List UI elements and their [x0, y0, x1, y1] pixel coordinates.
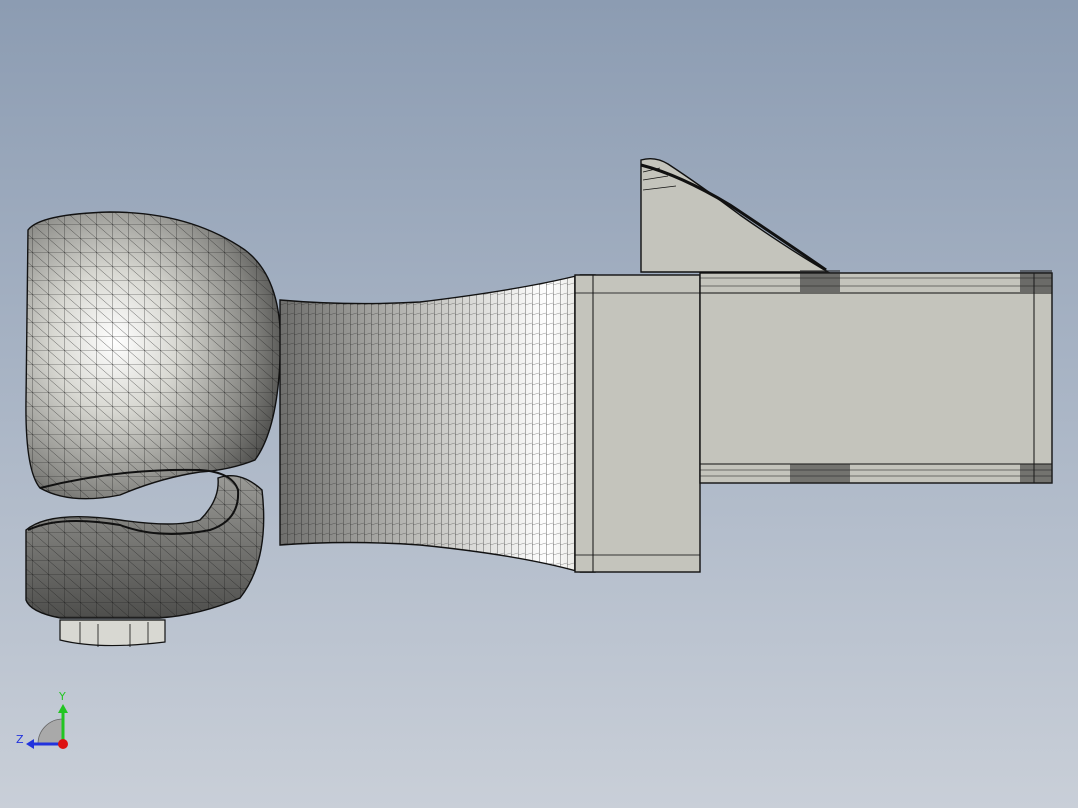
y-axis-arrow-icon: [58, 704, 68, 713]
cad-viewport[interactable]: [0, 0, 1078, 808]
x-axis-dot-icon: [58, 739, 68, 749]
shaft-bar[interactable]: [699, 270, 1053, 484]
triad-arc: [37, 718, 64, 745]
axis-triad: Y Z: [16, 690, 68, 749]
fin[interactable]: [640, 157, 831, 273]
ball-head[interactable]: [20, 205, 290, 505]
z-axis-arrow-icon: [26, 739, 34, 749]
hex-nut[interactable]: [59, 619, 166, 647]
z-axis-label: Z: [16, 733, 24, 746]
neck-section[interactable]: [275, 270, 600, 580]
y-axis-label: Y: [58, 690, 66, 703]
flange-block[interactable]: [574, 274, 701, 573]
